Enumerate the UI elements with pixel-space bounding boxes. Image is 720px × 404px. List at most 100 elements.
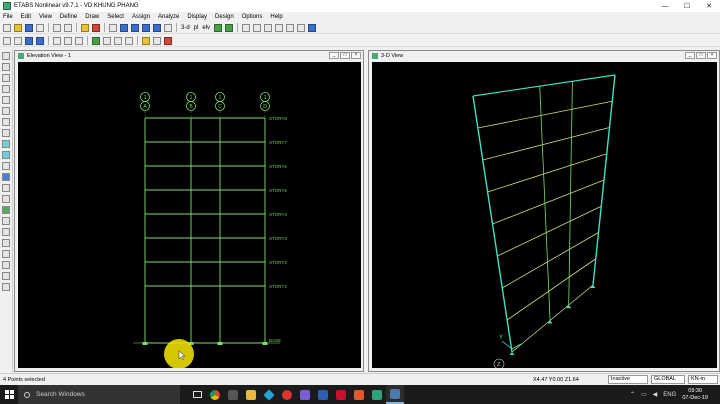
file-explorer-icon[interactable] [242,385,260,404]
volume-icon[interactable]: ◀ [653,391,658,398]
floor-beam[interactable] [482,127,610,161]
elevation-frame[interactable] [133,117,280,345]
taskbar-search[interactable]: Search Windows [18,385,180,404]
close-button[interactable]: ✕ [698,0,720,12]
load-cases-icon[interactable] [164,36,172,45]
open-folder-icon[interactable] [14,23,22,32]
app-icon-orange[interactable] [350,385,368,404]
run-analysis-icon[interactable] [92,23,100,32]
3d-frame[interactable] [472,74,616,355]
elevation-drawing[interactable]: 1 A 1 B 1 C 1 D STORY8 STORY7 STORY6 STO… [18,62,361,368]
object-shrink-icon[interactable] [253,23,262,32]
draw-developed-elevation-icon[interactable] [2,195,10,203]
support-marker[interactable] [142,342,148,345]
app-icon-teal[interactable] [368,385,386,404]
print-icon[interactable] [36,23,44,32]
language-indicator[interactable]: ENG [663,392,676,398]
zoom-previous-icon[interactable] [153,23,161,32]
task-view-icon[interactable] [188,385,206,404]
menu-help[interactable]: Help [270,14,282,20]
3d-minimize-button[interactable]: _ [685,52,695,59]
intersecting-line-icon[interactable] [2,250,10,258]
plan-view-button[interactable]: pl [194,25,199,31]
draw-wall-icon[interactable] [2,151,10,159]
draw-floor-icon[interactable] [2,140,10,148]
view-3d-button[interactable]: 3-d [181,25,190,31]
elevation-view-titlebar[interactable]: Elevation View - 1 [15,51,363,60]
3d-canvas[interactable]: Y Z [372,62,717,368]
floor-beam[interactable] [497,205,602,257]
draw-brace-icon[interactable] [2,118,10,126]
support-marker[interactable] [217,342,223,345]
elevation-minimize-button[interactable]: _ [329,52,339,59]
undo-icon[interactable] [53,23,61,32]
mode-dropdown[interactable]: Inactive [608,375,648,384]
floor-beam[interactable] [511,284,594,353]
draw-opening-icon[interactable] [2,162,10,170]
draw-link-icon[interactable] [2,129,10,137]
rubber-band-icon[interactable] [297,23,306,32]
floor-beam[interactable] [492,179,605,225]
draw-line-icon[interactable] [2,85,10,93]
draw-section-cut-icon[interactable] [2,206,10,214]
menu-analyze[interactable]: Analyze [158,14,179,20]
select-all-icon[interactable] [2,217,10,225]
draw-point-icon[interactable] [2,74,10,82]
clear-icon[interactable] [2,239,10,247]
pan-icon[interactable] [164,23,172,32]
autocad-icon[interactable] [332,385,350,404]
floor-beam[interactable] [477,100,613,129]
draw-area-icon[interactable] [2,173,10,181]
menu-assign[interactable]: Assign [132,14,150,20]
word-icon[interactable] [314,385,332,404]
reshape-icon[interactable] [2,63,10,71]
assign-section-icon[interactable] [103,36,111,45]
coordinate-system-dropdown[interactable]: GLOBAL [651,375,685,384]
menu-design[interactable]: Design [215,14,234,20]
snap-icon[interactable] [14,36,22,45]
draw-frame-icon[interactable] [25,36,33,45]
mass-source-icon[interactable] [153,36,161,45]
display-options-icon[interactable] [308,23,317,32]
snap-ends-icon[interactable] [2,272,10,280]
menu-edit[interactable]: Edit [21,14,31,20]
interior-column[interactable] [568,81,573,306]
roof-beam[interactable] [472,74,616,97]
support-marker[interactable] [262,342,268,345]
3d-maximize-button[interactable]: □ [696,52,706,59]
design-icon[interactable] [286,23,295,32]
zoom-in-icon[interactable] [120,23,128,32]
start-button[interactable] [0,385,18,404]
story-data-icon[interactable] [142,36,150,45]
outer-column[interactable] [592,74,616,286]
menu-view[interactable]: View [39,14,52,20]
set-display-icon[interactable] [242,23,251,32]
redo-icon[interactable] [64,23,72,32]
app-icon-purple[interactable] [296,385,314,404]
new-file-icon[interactable] [3,23,11,32]
menu-select[interactable]: Select [107,14,124,20]
kodi-icon[interactable] [260,385,278,404]
menu-options[interactable]: Options [242,14,263,20]
assign-diaphragm-icon[interactable] [125,36,133,45]
zoom-out-icon[interactable] [131,23,139,32]
elevation-maximize-button[interactable]: □ [340,52,350,59]
elevation-canvas[interactable]: 1 A 1 B 1 C 1 D STORY8 STORY7 STORY6 STO… [18,62,361,368]
minimize-button[interactable]: — [654,0,676,12]
support-marker[interactable] [509,352,515,355]
select-previous-icon[interactable] [64,36,72,45]
deformed-shape-icon[interactable] [264,23,273,32]
floor-beam[interactable] [502,232,599,289]
calculator-icon[interactable] [224,385,242,404]
snap-points-icon[interactable] [2,261,10,269]
3d-drawing[interactable]: Y Z [372,62,717,368]
get-previous-icon[interactable] [2,228,10,236]
select-all-icon[interactable] [53,36,61,45]
maximize-button[interactable]: ☐ [676,0,698,12]
draw-beam-icon[interactable] [2,107,10,115]
zoom-window-icon[interactable] [142,23,150,32]
network-icon[interactable]: ▭ [641,391,647,398]
save-icon[interactable] [25,23,33,32]
menu-display[interactable]: Display [187,14,207,20]
menu-draw[interactable]: Draw [85,14,99,20]
